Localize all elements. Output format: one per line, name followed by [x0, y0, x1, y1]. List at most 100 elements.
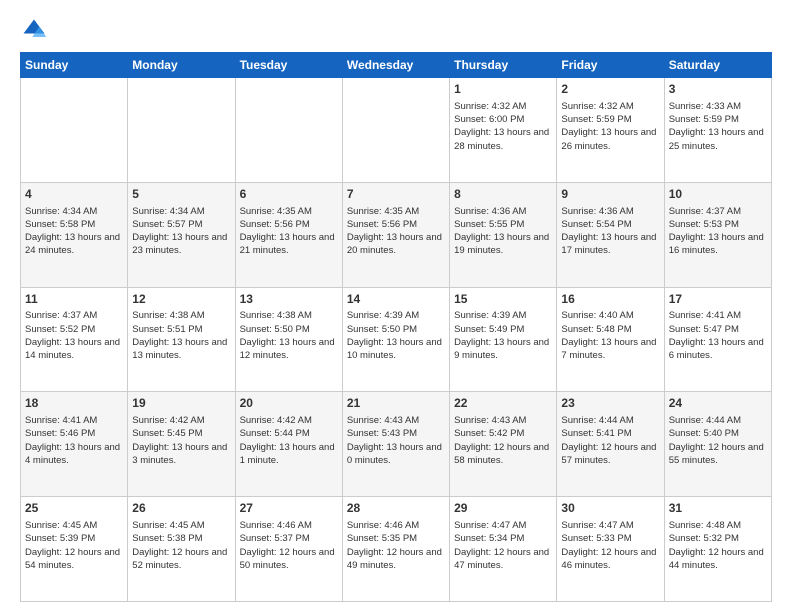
day-number: 21 [347, 395, 445, 412]
calendar-cell: 26Sunrise: 4:45 AMSunset: 5:38 PMDayligh… [128, 497, 235, 602]
calendar-cell [128, 78, 235, 183]
sunrise: Sunrise: 4:36 AM [454, 206, 526, 217]
daylight: Daylight: 13 hours and 10 minutes. [347, 337, 442, 361]
sunrise: Sunrise: 4:47 AM [454, 520, 526, 531]
calendar-cell: 28Sunrise: 4:46 AMSunset: 5:35 PMDayligh… [342, 497, 449, 602]
week-row-2: 11Sunrise: 4:37 AMSunset: 5:52 PMDayligh… [21, 287, 772, 392]
daylight: Daylight: 13 hours and 13 minutes. [132, 337, 227, 361]
sunrise: Sunrise: 4:46 AM [240, 520, 312, 531]
calendar-cell: 9Sunrise: 4:36 AMSunset: 5:54 PMDaylight… [557, 182, 664, 287]
sunset: Sunset: 5:43 PM [347, 428, 417, 439]
day-number: 26 [132, 500, 230, 517]
sunset: Sunset: 5:33 PM [561, 533, 631, 544]
header [20, 16, 772, 44]
sunset: Sunset: 5:50 PM [347, 324, 417, 335]
daylight: Daylight: 12 hours and 58 minutes. [454, 442, 549, 466]
daylight: Daylight: 13 hours and 6 minutes. [669, 337, 764, 361]
day-number: 28 [347, 500, 445, 517]
calendar-cell: 6Sunrise: 4:35 AMSunset: 5:56 PMDaylight… [235, 182, 342, 287]
calendar-cell: 21Sunrise: 4:43 AMSunset: 5:43 PMDayligh… [342, 392, 449, 497]
day-number: 2 [561, 81, 659, 98]
calendar-cell: 11Sunrise: 4:37 AMSunset: 5:52 PMDayligh… [21, 287, 128, 392]
day-number: 4 [25, 186, 123, 203]
sunrise: Sunrise: 4:46 AM [347, 520, 419, 531]
sunset: Sunset: 5:51 PM [132, 324, 202, 335]
calendar: Sunday Monday Tuesday Wednesday Thursday… [20, 52, 772, 602]
day-number: 24 [669, 395, 767, 412]
sunrise: Sunrise: 4:43 AM [347, 415, 419, 426]
day-number: 1 [454, 81, 552, 98]
calendar-cell: 5Sunrise: 4:34 AMSunset: 5:57 PMDaylight… [128, 182, 235, 287]
daylight: Daylight: 12 hours and 57 minutes. [561, 442, 656, 466]
calendar-cell [21, 78, 128, 183]
day-number: 12 [132, 291, 230, 308]
day-number: 23 [561, 395, 659, 412]
daylight: Daylight: 13 hours and 7 minutes. [561, 337, 656, 361]
sunset: Sunset: 5:34 PM [454, 533, 524, 544]
calendar-cell: 23Sunrise: 4:44 AMSunset: 5:41 PMDayligh… [557, 392, 664, 497]
sunset: Sunset: 5:56 PM [240, 219, 310, 230]
col-tuesday: Tuesday [235, 53, 342, 78]
sunset: Sunset: 6:00 PM [454, 114, 524, 125]
sunrise: Sunrise: 4:44 AM [669, 415, 741, 426]
calendar-cell: 22Sunrise: 4:43 AMSunset: 5:42 PMDayligh… [450, 392, 557, 497]
daylight: Daylight: 13 hours and 23 minutes. [132, 232, 227, 256]
day-number: 14 [347, 291, 445, 308]
sunset: Sunset: 5:32 PM [669, 533, 739, 544]
day-number: 20 [240, 395, 338, 412]
sunrise: Sunrise: 4:41 AM [25, 415, 97, 426]
day-number: 8 [454, 186, 552, 203]
daylight: Daylight: 12 hours and 50 minutes. [240, 547, 335, 571]
calendar-cell: 7Sunrise: 4:35 AMSunset: 5:56 PMDaylight… [342, 182, 449, 287]
sunset: Sunset: 5:59 PM [669, 114, 739, 125]
calendar-cell: 15Sunrise: 4:39 AMSunset: 5:49 PMDayligh… [450, 287, 557, 392]
sunrise: Sunrise: 4:42 AM [240, 415, 312, 426]
daylight: Daylight: 13 hours and 21 minutes. [240, 232, 335, 256]
calendar-cell: 14Sunrise: 4:39 AMSunset: 5:50 PMDayligh… [342, 287, 449, 392]
day-number: 16 [561, 291, 659, 308]
calendar-cell: 20Sunrise: 4:42 AMSunset: 5:44 PMDayligh… [235, 392, 342, 497]
calendar-cell: 8 Sunrise: 4:36 AM Sunset: 5:55 PM Daylight… [450, 182, 557, 287]
week-row-3: 18Sunrise: 4:41 AMSunset: 5:46 PMDayligh… [21, 392, 772, 497]
calendar-cell: 2Sunrise: 4:32 AMSunset: 5:59 PMDaylight… [557, 78, 664, 183]
sunrise: Sunrise: 4:37 AM [669, 206, 741, 217]
sunset: Sunset: 5:48 PM [561, 324, 631, 335]
logo-icon [20, 16, 48, 44]
calendar-cell: 29Sunrise: 4:47 AMSunset: 5:34 PMDayligh… [450, 497, 557, 602]
daylight: Daylight: 13 hours and 28 minutes. [454, 127, 549, 151]
sunrise: Sunrise: 4:33 AM [669, 101, 741, 112]
daylight: Daylight: 12 hours and 52 minutes. [132, 547, 227, 571]
page: Sunday Monday Tuesday Wednesday Thursday… [0, 0, 792, 612]
day-number: 17 [669, 291, 767, 308]
sunset: Sunset: 5:55 PM [454, 219, 524, 230]
logo [20, 16, 52, 44]
calendar-cell: 10Sunrise: 4:37 AMSunset: 5:53 PMDayligh… [664, 182, 771, 287]
sunrise: Sunrise: 4:35 AM [240, 206, 312, 217]
sunrise: Sunrise: 4:45 AM [132, 520, 204, 531]
day-number: 25 [25, 500, 123, 517]
daylight: Daylight: 13 hours and 3 minutes. [132, 442, 227, 466]
daylight: Daylight: 12 hours and 55 minutes. [669, 442, 764, 466]
sunrise: Sunrise: 4:39 AM [454, 310, 526, 321]
daylight: Daylight: 13 hours and 24 minutes. [25, 232, 120, 256]
sunset: Sunset: 5:59 PM [561, 114, 631, 125]
daylight: Daylight: 13 hours and 17 minutes. [561, 232, 656, 256]
daylight: Daylight: 12 hours and 46 minutes. [561, 547, 656, 571]
sunrise: Sunrise: 4:35 AM [347, 206, 419, 217]
day-number: 27 [240, 500, 338, 517]
day-number: 7 [347, 186, 445, 203]
daylight: Daylight: 12 hours and 49 minutes. [347, 547, 442, 571]
week-row-0: 1Sunrise: 4:32 AMSunset: 6:00 PMDaylight… [21, 78, 772, 183]
sunrise: Sunrise: 4:37 AM [25, 310, 97, 321]
sunset: Sunset: 5:47 PM [669, 324, 739, 335]
sunset: Sunset: 5:41 PM [561, 428, 631, 439]
sunrise: Sunrise: 4:42 AM [132, 415, 204, 426]
col-friday: Friday [557, 53, 664, 78]
sunrise: Sunrise: 4:34 AM [132, 206, 204, 217]
sunset: Sunset: 5:58 PM [25, 219, 95, 230]
calendar-cell: 3Sunrise: 4:33 AMSunset: 5:59 PMDaylight… [664, 78, 771, 183]
daylight: Daylight: 13 hours and 20 minutes. [347, 232, 442, 256]
daylight: Daylight: 13 hours and 19 minutes. [454, 232, 549, 256]
sunrise: Sunrise: 4:47 AM [561, 520, 633, 531]
daylight: Daylight: 13 hours and 4 minutes. [25, 442, 120, 466]
